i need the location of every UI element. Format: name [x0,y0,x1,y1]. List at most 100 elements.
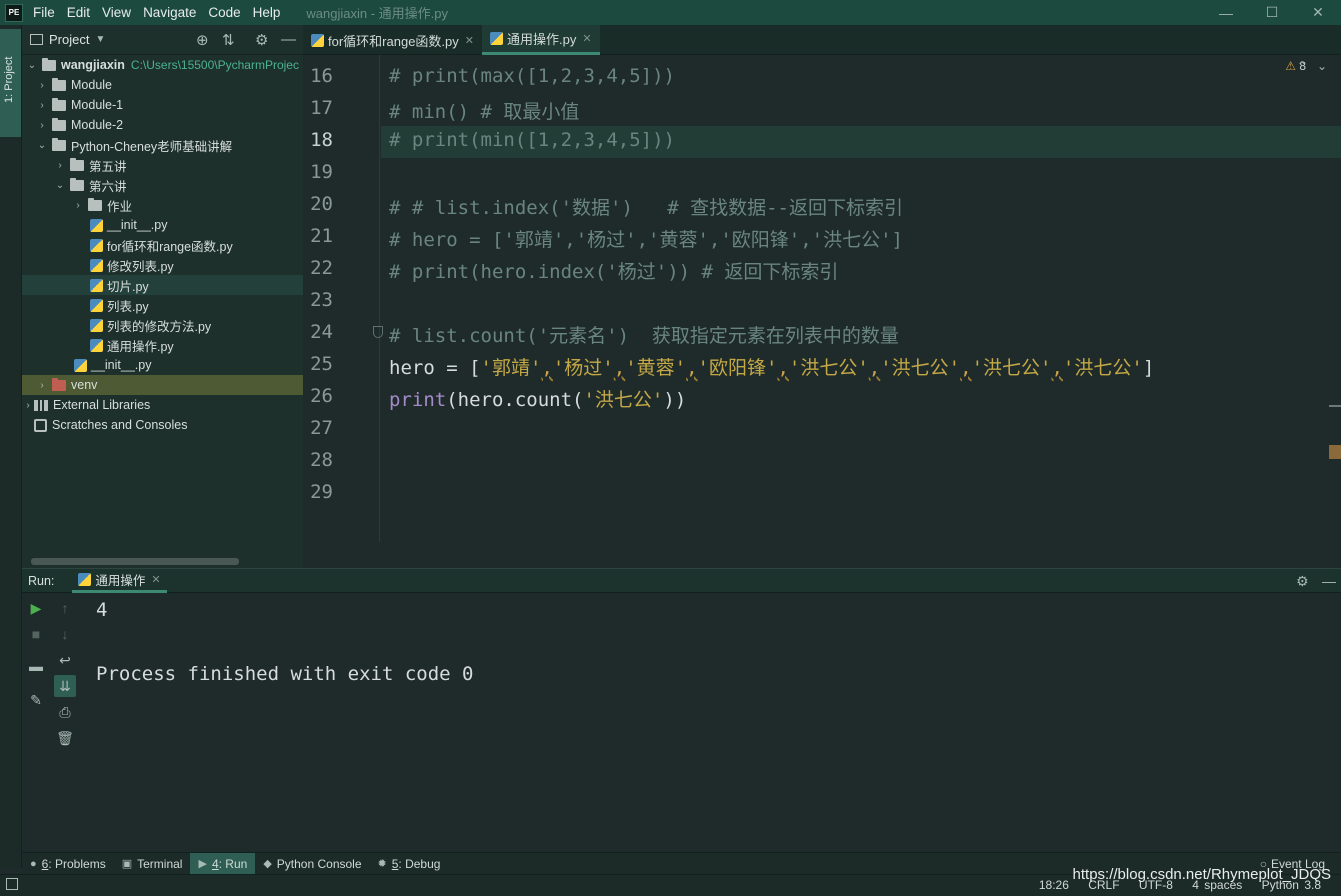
editor-tab-active[interactable]: 通用操作.py ✕ [481,25,600,55]
line-number: 19 [310,161,333,183]
string-token: '洪七公' [880,357,961,379]
tree-row-python-cheney[interactable]: ⌄ Python-Cheney老师基础讲解 [22,135,303,155]
fold-marker-icon[interactable] [373,326,383,338]
tree-row-homework[interactable]: › 作业 [22,195,303,215]
line-number: 22 [310,257,333,279]
project-panel-header: Project ▼ ⊕ ⇅ ⚙ — [22,25,303,55]
tree-row-scratches[interactable]: Scratches and Consoles [22,415,303,435]
python-icon [78,572,92,586]
run-toolbar: ▶ ↑ ■ ↓ ▬ ↩ ⇊ ✎ ⎙ 🗑 [22,593,80,850]
tree-label-scratches: Scratches and Consoles [52,418,188,432]
project-tool-tab[interactable]: 1: Project [0,29,21,137]
gear-icon[interactable]: ⚙ [1296,573,1309,590]
rerun-icon[interactable]: ▶ [25,597,47,619]
chevron-right-icon[interactable]: › [72,200,84,211]
close-tab-icon[interactable]: ✕ [582,32,591,45]
caret-position[interactable]: 18:26 [1039,878,1069,892]
editor-tab-label: 通用操作.py [506,32,577,47]
close-tab-icon[interactable]: ✕ [465,34,474,47]
tree-row-file[interactable]: 列表.py [22,295,303,315]
tree-row-file[interactable]: 列表的修改方法.py [22,315,303,335]
chevron-right-icon[interactable]: › [22,400,34,411]
close-window-button[interactable]: ✕ [1295,0,1341,25]
tool-window-run[interactable]: ▶ 4: Run [190,852,256,875]
tree-label-file: 列表.py [107,299,149,314]
print-icon[interactable]: ⎙ [54,701,76,723]
chevron-down-icon[interactable]: ⌄ [54,180,66,191]
tree-row-outer-init[interactable]: __init__.py [22,355,303,375]
code-editor[interactable]: 16 17 18 19 20 21 22 23 24 25 26 27 28 2… [303,55,1341,542]
hide-panel-icon[interactable]: — [281,31,296,48]
chevron-down-icon[interactable]: ⌄ [26,60,38,71]
menu-file[interactable]: File [33,5,55,20]
keyword-token: print [389,389,447,411]
chevron-up-icon[interactable]: ⌃ [1297,59,1317,73]
menu-edit[interactable]: Edit [67,5,90,20]
trash-icon[interactable]: 🗑 [54,727,76,749]
problems-icon: ● [30,857,37,870]
close-tab-icon[interactable]: ✕ [151,573,160,586]
console-line: 4 [96,599,108,621]
menu-view[interactable]: View [102,5,131,20]
tree-row-file[interactable]: 通用操作.py [22,335,303,355]
tool-window-debug[interactable]: ✹ 5: Debug [370,853,449,875]
gear-icon[interactable]: ⚙ [255,31,268,49]
string-token: '洪七公' [788,357,869,379]
tree-row-file[interactable]: __init__.py [22,215,303,235]
tree-row-module-2[interactable]: › Module-2 [22,115,303,135]
tree-row-external-libraries[interactable]: › External Libraries [22,395,303,415]
library-icon [34,399,48,411]
tree-row-module-1[interactable]: › Module-1 [22,95,303,115]
chevron-right-icon[interactable]: › [36,120,48,131]
tree-row-file[interactable]: 修改列表.py [22,255,303,275]
menu-navigate[interactable]: Navigate [143,5,196,20]
run-config-tab[interactable]: 通用操作 ✕ [72,568,167,593]
tree-label-root: wangjiaxin [61,58,125,72]
tree-row-root[interactable]: ⌄ wangjiaxin C:\Users\15500\PycharmProje… [22,55,303,75]
minimize-button[interactable]: — [1203,0,1249,25]
editor-tab-for-range[interactable]: for循环和range函数.py ✕ [303,25,482,55]
tree-row-file-selected[interactable]: 切片.py [22,275,303,295]
editor-scrollbar[interactable] [1329,295,1341,495]
chevron-right-icon[interactable]: › [36,100,48,111]
tree-label-venv: venv [71,378,98,392]
tree-label-file: __init__.py [107,218,168,232]
maximize-button[interactable]: ☐ [1249,0,1295,25]
tree-row-file[interactable]: for循环和range函数.py [22,235,303,255]
tool-window-problems[interactable]: ● 6: Problems [22,853,114,875]
toggle-tool-windows-icon[interactable] [6,878,18,890]
tool-window-python-console[interactable]: ◆ Python Console [255,853,369,875]
chevron-right-icon[interactable]: › [54,160,66,171]
tree-row-lesson6[interactable]: ⌄ 第六讲 [22,175,303,195]
tool-window-terminal[interactable]: ▣ Terminal [114,853,191,875]
soft-wrap-icon[interactable]: ↩ [54,649,76,671]
run-console-output[interactable]: 4 Process finished with exit code 0 [80,593,1341,850]
chevron-right-icon[interactable]: › [36,380,48,391]
project-view-selector[interactable]: Project [49,32,89,47]
locate-icon[interactable]: ⊕ [196,31,209,49]
layout-icon[interactable]: ▬ [25,655,47,677]
menu-code[interactable]: Code [208,5,240,20]
chevron-down-icon[interactable]: ▼ [95,34,105,45]
tree-row-lesson5[interactable]: › 第五讲 [22,155,303,175]
scroll-to-end-icon[interactable]: ⇊ [54,675,76,697]
pin-icon[interactable]: ✎ [25,689,47,711]
code-line-26: print(hero.count('洪七公')) [389,385,686,412]
chevron-right-icon[interactable]: › [36,80,48,91]
chevron-down-icon[interactable]: ⌄ [36,140,48,151]
tree-row-module[interactable]: › Module [22,75,303,95]
string-token: '郭靖' [480,357,542,379]
tree-row-venv[interactable]: › venv [22,375,303,395]
stop-icon[interactable]: ■ [25,623,47,645]
comma-token: , [960,357,972,379]
editor-tab-label: for循环和range函数.py [328,33,459,49]
string-token: '欧阳锋' [697,357,778,379]
arrow-up-icon[interactable]: ↑ [54,597,76,619]
menu-help[interactable]: Help [253,5,281,20]
tool-window-label: : Debug [398,856,441,871]
collapse-all-icon[interactable]: ⇅ [222,31,235,49]
hide-panel-icon[interactable]: — [1322,573,1336,589]
arrow-down-icon[interactable]: ↓ [54,623,76,645]
chevron-down-icon[interactable]: ⌄ [1317,59,1337,73]
project-tree-scrollbar[interactable] [31,558,239,565]
